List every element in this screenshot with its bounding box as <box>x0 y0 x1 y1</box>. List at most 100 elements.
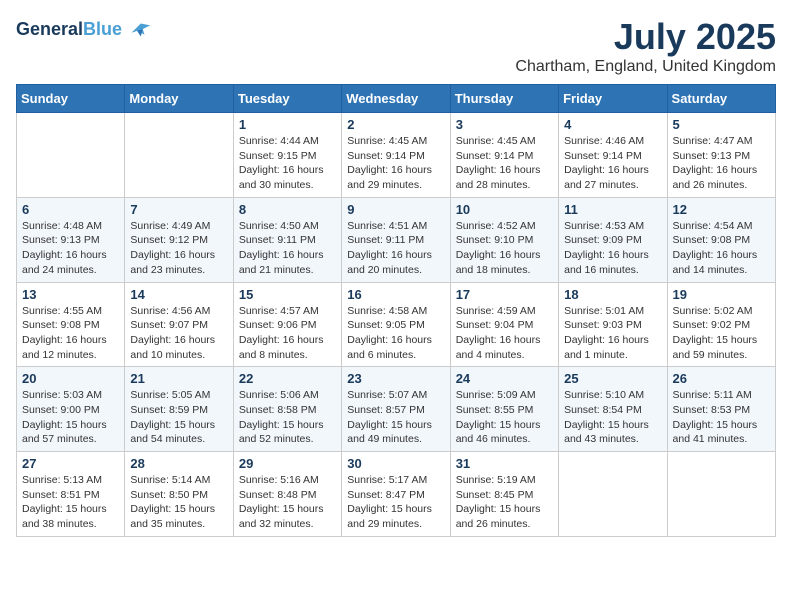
weekday-header-thursday: Thursday <box>450 85 558 113</box>
day-info: Sunrise: 5:01 AMSunset: 9:03 PMDaylight:… <box>564 304 661 363</box>
day-number: 31 <box>456 456 553 471</box>
calendar-cell: 18 Sunrise: 5:01 AMSunset: 9:03 PMDayligh… <box>559 282 667 367</box>
calendar-table: SundayMondayTuesdayWednesdayThursdayFrid… <box>16 84 776 537</box>
calendar-cell: 15 Sunrise: 4:57 AMSunset: 9:06 PMDayligh… <box>233 282 341 367</box>
logo-icon <box>124 16 152 44</box>
day-info: Sunrise: 5:11 AMSunset: 8:53 PMDaylight:… <box>673 388 770 447</box>
day-info: Sunrise: 4:52 AMSunset: 9:10 PMDaylight:… <box>456 219 553 278</box>
calendar-cell: 4 Sunrise: 4:46 AMSunset: 9:14 PMDaylight… <box>559 113 667 198</box>
day-info: Sunrise: 5:09 AMSunset: 8:55 PMDaylight:… <box>456 388 553 447</box>
calendar-cell: 8Sunrise: 4:50 AMSunset: 9:11 PMDaylight… <box>233 197 341 282</box>
day-info: Sunrise: 4:55 AMSunset: 9:08 PMDaylight:… <box>22 304 119 363</box>
day-number: 9 <box>347 202 444 217</box>
title-block: July 2025 Chartham, England, United King… <box>515 16 776 76</box>
calendar-cell: 16Sunrise: 4:58 AMSunset: 9:05 PMDayligh… <box>342 282 450 367</box>
main-title: July 2025 <box>515 16 776 58</box>
day-info: Sunrise: 5:06 AMSunset: 8:58 PMDaylight:… <box>239 388 336 447</box>
weekday-header-row: SundayMondayTuesdayWednesdayThursdayFrid… <box>17 85 776 113</box>
day-info: Sunrise: 5:13 AMSunset: 8:51 PMDaylight:… <box>22 473 119 532</box>
day-number: 24 <box>456 371 553 386</box>
calendar-cell: 29Sunrise: 5:16 AMSunset: 8:48 PMDayligh… <box>233 452 341 537</box>
calendar-cell: 20 Sunrise: 5:03 AMSunset: 9:00 PMDayligh… <box>17 367 125 452</box>
day-number: 27 <box>22 456 119 471</box>
day-number: 11 <box>564 202 661 217</box>
calendar-cell: 6 Sunrise: 4:48 AMSunset: 9:13 PMDaylight… <box>17 197 125 282</box>
calendar-cell: 12 Sunrise: 4:54 AMSunset: 9:08 PMDayligh… <box>667 197 775 282</box>
day-number: 17 <box>456 287 553 302</box>
day-number: 7 <box>130 202 227 217</box>
day-number: 13 <box>22 287 119 302</box>
day-number: 3 <box>456 117 553 132</box>
calendar-cell: 31 Sunrise: 5:19 AMSunset: 8:45 PMDayligh… <box>450 452 558 537</box>
subtitle: Chartham, England, United Kingdom <box>515 58 776 76</box>
calendar-cell <box>125 113 233 198</box>
day-info: Sunrise: 4:44 AMSunset: 9:15 PMDaylight:… <box>239 134 336 193</box>
weekday-header-sunday: Sunday <box>17 85 125 113</box>
day-number: 14 <box>130 287 227 302</box>
day-number: 1 <box>239 117 336 132</box>
day-info: Sunrise: 4:50 AMSunset: 9:11 PMDaylight:… <box>239 219 336 278</box>
day-info: Sunrise: 4:46 AMSunset: 9:14 PMDaylight:… <box>564 134 661 193</box>
day-info: Sunrise: 4:51 AMSunset: 9:11 PMDaylight:… <box>347 219 444 278</box>
day-number: 23 <box>347 371 444 386</box>
day-info: Sunrise: 4:56 AMSunset: 9:07 PMDaylight:… <box>130 304 227 363</box>
weekday-header-saturday: Saturday <box>667 85 775 113</box>
day-info: Sunrise: 5:19 AMSunset: 8:45 PMDaylight:… <box>456 473 553 532</box>
day-info: Sunrise: 5:14 AMSunset: 8:50 PMDaylight:… <box>130 473 227 532</box>
day-number: 21 <box>130 371 227 386</box>
day-info: Sunrise: 4:45 AMSunset: 9:14 PMDaylight:… <box>456 134 553 193</box>
calendar-cell <box>667 452 775 537</box>
day-number: 12 <box>673 202 770 217</box>
day-number: 4 <box>564 117 661 132</box>
calendar-cell: 22 Sunrise: 5:06 AMSunset: 8:58 PMDayligh… <box>233 367 341 452</box>
calendar-cell: 21 Sunrise: 5:05 AMSunset: 8:59 PMDayligh… <box>125 367 233 452</box>
calendar-week-4: 20 Sunrise: 5:03 AMSunset: 9:00 PMDayligh… <box>17 367 776 452</box>
day-info: Sunrise: 4:45 AMSunset: 9:14 PMDaylight:… <box>347 134 444 193</box>
calendar-cell: 19Sunrise: 5:02 AMSunset: 9:02 PMDayligh… <box>667 282 775 367</box>
day-info: Sunrise: 4:48 AMSunset: 9:13 PMDaylight:… <box>22 219 119 278</box>
day-number: 20 <box>22 371 119 386</box>
day-number: 5 <box>673 117 770 132</box>
calendar-cell <box>17 113 125 198</box>
calendar-week-1: 1 Sunrise: 4:44 AMSunset: 9:15 PMDaylight… <box>17 113 776 198</box>
day-info: Sunrise: 4:59 AMSunset: 9:04 PMDaylight:… <box>456 304 553 363</box>
calendar-cell: 30 Sunrise: 5:17 AMSunset: 8:47 PMDayligh… <box>342 452 450 537</box>
day-info: Sunrise: 5:03 AMSunset: 9:00 PMDaylight:… <box>22 388 119 447</box>
day-info: Sunrise: 4:47 AMSunset: 9:13 PMDaylight:… <box>673 134 770 193</box>
day-number: 22 <box>239 371 336 386</box>
logo: GeneralBlue <box>16 16 152 44</box>
day-number: 30 <box>347 456 444 471</box>
calendar-week-3: 13 Sunrise: 4:55 AMSunset: 9:08 PMDayligh… <box>17 282 776 367</box>
day-info: Sunrise: 4:49 AMSunset: 9:12 PMDaylight:… <box>130 219 227 278</box>
calendar-cell: 2 Sunrise: 4:45 AMSunset: 9:14 PMDaylight… <box>342 113 450 198</box>
calendar-cell: 24 Sunrise: 5:09 AMSunset: 8:55 PMDayligh… <box>450 367 558 452</box>
calendar-cell: 9 Sunrise: 4:51 AMSunset: 9:11 PMDaylight… <box>342 197 450 282</box>
day-info: Sunrise: 4:58 AMSunset: 9:05 PMDaylight:… <box>347 304 444 363</box>
day-number: 2 <box>347 117 444 132</box>
weekday-header-friday: Friday <box>559 85 667 113</box>
day-number: 19 <box>673 287 770 302</box>
calendar-cell: 27 Sunrise: 5:13 AMSunset: 8:51 PMDayligh… <box>17 452 125 537</box>
day-number: 26 <box>673 371 770 386</box>
day-info: Sunrise: 5:05 AMSunset: 8:59 PMDaylight:… <box>130 388 227 447</box>
day-number: 10 <box>456 202 553 217</box>
calendar-cell: 17 Sunrise: 4:59 AMSunset: 9:04 PMDayligh… <box>450 282 558 367</box>
day-number: 6 <box>22 202 119 217</box>
calendar-cell: 1 Sunrise: 4:44 AMSunset: 9:15 PMDaylight… <box>233 113 341 198</box>
calendar-cell: 25Sunrise: 5:10 AMSunset: 8:54 PMDayligh… <box>559 367 667 452</box>
day-info: Sunrise: 4:53 AMSunset: 9:09 PMDaylight:… <box>564 219 661 278</box>
calendar-cell: 7 Sunrise: 4:49 AMSunset: 9:12 PMDaylight… <box>125 197 233 282</box>
calendar-cell: 10 Sunrise: 4:52 AMSunset: 9:10 PMDayligh… <box>450 197 558 282</box>
day-info: Sunrise: 4:57 AMSunset: 9:06 PMDaylight:… <box>239 304 336 363</box>
calendar-week-2: 6 Sunrise: 4:48 AMSunset: 9:13 PMDaylight… <box>17 197 776 282</box>
day-info: Sunrise: 5:07 AMSunset: 8:57 PMDaylight:… <box>347 388 444 447</box>
day-number: 15 <box>239 287 336 302</box>
day-info: Sunrise: 4:54 AMSunset: 9:08 PMDaylight:… <box>673 219 770 278</box>
day-number: 18 <box>564 287 661 302</box>
calendar-cell <box>559 452 667 537</box>
day-info: Sunrise: 5:16 AMSunset: 8:48 PMDaylight:… <box>239 473 336 532</box>
calendar-week-5: 27 Sunrise: 5:13 AMSunset: 8:51 PMDayligh… <box>17 452 776 537</box>
logo-text: GeneralBlue <box>16 20 122 40</box>
calendar-cell: 5 Sunrise: 4:47 AMSunset: 9:13 PMDaylight… <box>667 113 775 198</box>
day-info: Sunrise: 5:17 AMSunset: 8:47 PMDaylight:… <box>347 473 444 532</box>
